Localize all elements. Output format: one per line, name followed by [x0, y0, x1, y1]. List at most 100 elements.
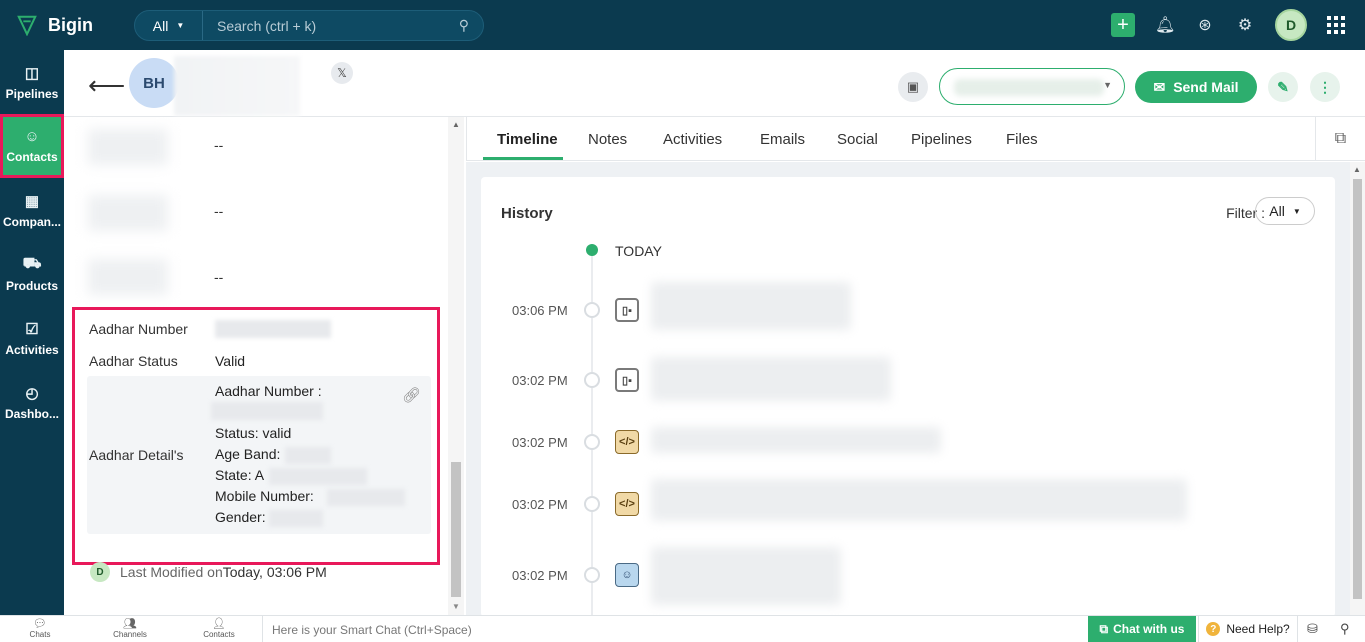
last-modified: D Last Modified on Today, 03:06 PM	[90, 562, 327, 582]
history-card: History Filter : All ▼ TODAY 03:06 PM ▯▪ …	[481, 177, 1335, 617]
record-header: ⟵ BH 𝕏 ▣ ▼ ✉ Send Mail ✎ ⋮	[64, 50, 1365, 117]
nav-item-pipelines[interactable]: ◫ Pipelines	[0, 50, 64, 114]
detail-age-line: Age Band:	[215, 446, 281, 462]
panel-toggle-icon[interactable]: ⧉	[1315, 117, 1365, 160]
chat-with-us-label: Chat with us	[1113, 622, 1185, 636]
filter-select[interactable]: All ▼	[1255, 197, 1315, 225]
entry-content-redacted[interactable]	[651, 479, 1187, 521]
detail-state-redacted	[269, 468, 367, 485]
entry-content-redacted[interactable]	[651, 282, 851, 330]
timeline-scrollbar[interactable]: ▲	[1350, 162, 1365, 615]
gear-icon[interactable]: ⚙	[1235, 15, 1255, 35]
scroll-up-icon[interactable]: ▲	[1353, 165, 1361, 174]
entry-content-redacted[interactable]	[651, 547, 841, 605]
tab-files[interactable]: Files	[1006, 131, 1038, 148]
bigin-logo-icon	[17, 15, 37, 36]
link-icon[interactable]: 🔗︎	[402, 386, 421, 404]
notes-icon[interactable]: ⛁	[1307, 621, 1318, 637]
field-value: --	[214, 269, 224, 285]
entry-time: 03:02 PM	[512, 373, 568, 388]
contact-avatar[interactable]: BH	[129, 58, 179, 108]
left-panel-scrollbar[interactable]: ▲ ▼	[448, 117, 464, 615]
nav-item-dashboards[interactable]: ◴ Dashbo...	[0, 370, 64, 434]
bottom-bar: 💬︎ Chats 👥︎ Channels 👤︎ Contacts Here is yo…	[0, 615, 1365, 642]
nav-label: Pipelines	[5, 86, 59, 101]
scroll-down-icon[interactable]: ▼	[452, 602, 460, 611]
chat-with-us-button[interactable]: ⧉ Chat with us	[1088, 616, 1196, 642]
apps-grid-icon[interactable]	[1327, 16, 1345, 34]
chats-button[interactable]: 💬︎ Chats	[10, 618, 70, 639]
record-tabs: Timeline Notes Activities Emails Social …	[466, 117, 1365, 161]
aadhar-detail-label: Aadhar Detail's	[89, 447, 184, 463]
timeline-node	[584, 372, 600, 388]
tab-emails[interactable]: Emails	[760, 131, 805, 148]
nav-item-activities[interactable]: ☑ Activities	[0, 306, 64, 370]
field-value: --	[214, 203, 224, 219]
last-modified-label: Last Modified on	[120, 564, 223, 580]
user-avatar[interactable]: D	[1275, 9, 1307, 41]
today-label: TODAY	[615, 243, 662, 259]
nav-item-contacts[interactable]: ☺ Contacts	[0, 114, 64, 178]
tab-activities[interactable]: Activities	[663, 131, 722, 148]
entry-time: 03:06 PM	[512, 303, 568, 318]
scroll-up-icon[interactable]: ▲	[452, 120, 460, 129]
search-icon[interactable]: ⚲	[459, 17, 469, 34]
send-mail-button[interactable]: ✉ Send Mail	[1135, 71, 1257, 103]
chevron-down-icon: ▼	[176, 21, 185, 30]
detail-mobile-line: Mobile Number:	[215, 488, 314, 504]
mail-icon: ✉	[1153, 78, 1166, 95]
chevron-down-icon: ▼	[1292, 206, 1301, 216]
upgrade-icon[interactable]: ⊛	[1195, 15, 1215, 35]
timeline-node	[584, 496, 600, 512]
entry-content-redacted[interactable]	[651, 357, 891, 401]
detail-status-line: Status: valid	[215, 425, 292, 441]
tab-social[interactable]: Social	[837, 131, 878, 148]
detail-number-redacted	[211, 402, 323, 420]
nav-label: Compan...	[2, 214, 61, 229]
more-options-button[interactable]: ⋮	[1310, 72, 1340, 102]
chat-bubble-icon: 💬︎	[33, 618, 47, 630]
search-icon[interactable]: ⚲	[1340, 621, 1350, 637]
quick-create-button[interactable]: +	[1111, 13, 1135, 37]
help-icon: ?	[1206, 622, 1221, 636]
nav-item-companies[interactable]: ▦ Compan...	[0, 178, 64, 242]
active-tab-indicator	[483, 157, 563, 160]
aadhar-number-label: Aadhar Number	[89, 321, 188, 337]
search-scope-select[interactable]: All ▼	[135, 11, 203, 40]
history-title: History	[501, 205, 553, 222]
tab-notes[interactable]: Notes	[588, 131, 627, 148]
aadhar-status-value: Valid	[215, 353, 246, 369]
owner-select[interactable]: ▼	[939, 68, 1125, 105]
x-social-icon[interactable]: 𝕏	[331, 62, 353, 84]
back-arrow-icon[interactable]: ⟵	[88, 70, 125, 101]
channels-button[interactable]: 👥︎ Channels	[100, 618, 160, 639]
aadhar-section-highlight: Aadhar Number Aadhar Status Valid Aadhar…	[72, 307, 440, 565]
scroll-thumb[interactable]	[1353, 179, 1362, 599]
code-icon: </>	[615, 430, 639, 454]
entry-time: 03:02 PM	[512, 435, 568, 450]
tab-timeline[interactable]: Timeline	[497, 131, 558, 148]
chevron-down-icon: ▼	[1103, 80, 1112, 90]
smart-chat-input[interactable]: Here is your Smart Chat (Ctrl+Space)	[262, 616, 1088, 642]
app-name: Bigin	[48, 14, 93, 35]
bell-icon[interactable]: 🔔︎	[1155, 15, 1175, 35]
nav-item-products[interactable]: ⛟ Products	[0, 242, 64, 306]
channels-icon: 👥︎	[123, 618, 137, 630]
scroll-thumb[interactable]	[451, 462, 461, 597]
monitor-icon[interactable]: ▣	[898, 72, 928, 102]
contact-details-panel: -- -- -- Aadhar Number Aadhar Status Val…	[64, 117, 466, 615]
pipelines-icon: ◫	[24, 64, 40, 82]
need-help-button[interactable]: ? Need Help?	[1198, 616, 1298, 642]
tab-pipelines[interactable]: Pipelines	[911, 131, 972, 148]
edit-button[interactable]: ✎	[1268, 72, 1298, 102]
entry-content-redacted[interactable]	[651, 427, 941, 453]
nav-label: Activities	[5, 342, 59, 357]
global-search[interactable]: All ▼ Search (ctrl + k) ⚲	[134, 10, 484, 41]
search-scope-label: All	[152, 17, 169, 34]
timeline-node	[584, 434, 600, 450]
entry-time: 03:02 PM	[512, 568, 568, 583]
pencil-icon: ✎	[1277, 78, 1289, 95]
search-input[interactable]: Search (ctrl + k)	[217, 18, 459, 34]
contacts-button[interactable]: 👤︎ Contacts	[189, 618, 249, 639]
app-logo[interactable]: Bigin	[16, 14, 126, 36]
